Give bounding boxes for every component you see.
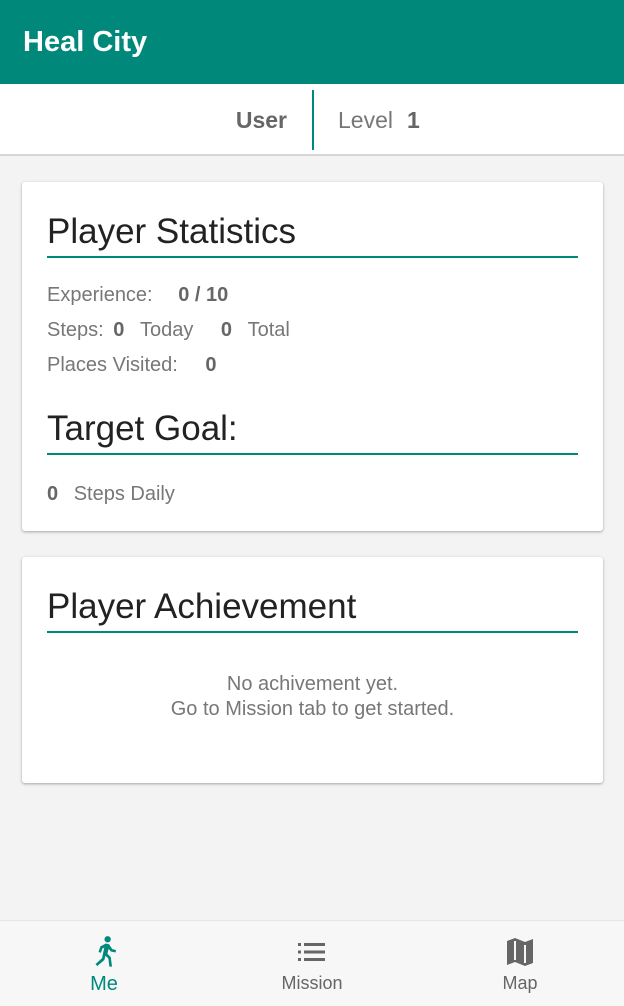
achievement-empty-message: No achivement yet. Go to Mission tab to … xyxy=(22,672,603,722)
player-achievement-card: Player Achievement No achivement yet. Go… xyxy=(22,557,603,783)
steps-total-label: Total xyxy=(247,319,290,341)
level-value: 1 xyxy=(406,106,420,133)
user-label: User xyxy=(235,106,287,133)
user-bar-divider xyxy=(312,90,314,150)
player-statistics-title: Player Statistics xyxy=(47,212,578,258)
target-goal-row: 0 Steps Daily xyxy=(47,483,175,506)
achievement-empty-line2: Go to Mission tab to get started. xyxy=(170,698,455,720)
app-bar: Heal City xyxy=(0,0,624,84)
list-icon xyxy=(297,935,327,969)
steps-label: Steps: xyxy=(47,319,104,341)
achievement-empty-line1: No achivement yet. xyxy=(226,673,399,695)
steps-total-value: 0 xyxy=(220,319,233,341)
steps-today-label: Today xyxy=(139,319,194,341)
places-visited-row: Places Visited: 0 xyxy=(47,354,217,377)
player-statistics-card: Player Statistics Experience: 0 / 10 Ste… xyxy=(22,182,603,531)
steps-row: Steps: 0 Today 0 Total xyxy=(47,319,290,342)
map-icon xyxy=(505,935,535,969)
runner-icon xyxy=(89,935,119,969)
user-bar: User Level 1 xyxy=(0,84,624,156)
target-goal-title: Target Goal: xyxy=(47,409,578,455)
places-visited-value: 0 xyxy=(205,354,217,376)
level-display: Level 1 xyxy=(338,84,420,156)
nav-label-map: Map xyxy=(502,973,538,993)
target-goal-label: Steps Daily xyxy=(73,483,175,505)
player-achievement-title: Player Achievement xyxy=(47,587,578,633)
experience-row: Experience: 0 / 10 xyxy=(47,284,228,307)
nav-item-map[interactable]: Map xyxy=(416,921,624,1006)
steps-today-value: 0 xyxy=(113,319,125,341)
level-label: Level xyxy=(338,106,393,133)
bottom-navigation: Me Mission Map xyxy=(0,920,624,1006)
places-visited-label: Places Visited: xyxy=(47,354,178,376)
experience-label: Experience: xyxy=(47,284,153,306)
nav-item-mission[interactable]: Mission xyxy=(208,921,416,1006)
app-title: Heal City xyxy=(23,25,148,58)
nav-label-mission: Mission xyxy=(281,973,343,993)
nav-item-me[interactable]: Me xyxy=(0,921,208,1006)
target-goal-value: 0 xyxy=(47,483,59,505)
nav-label-me: Me xyxy=(90,973,118,995)
experience-value: 0 / 10 xyxy=(178,284,229,306)
